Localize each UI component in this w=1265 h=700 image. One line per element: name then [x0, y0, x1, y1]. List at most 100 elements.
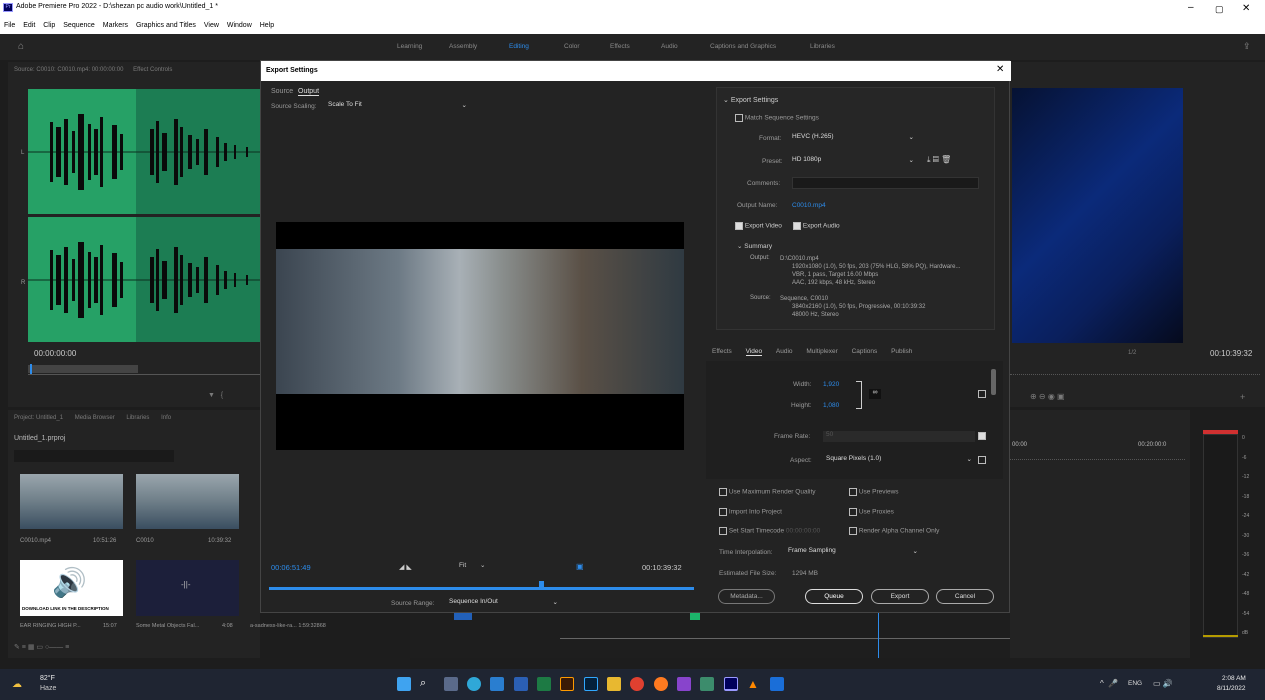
- illustrator-icon[interactable]: [560, 677, 574, 691]
- thumb-c0010mp4[interactable]: [20, 474, 123, 529]
- clock-time[interactable]: 2:08 AM: [1222, 675, 1246, 682]
- use-max-render-checkbox[interactable]: Use Maximum Render Quality: [719, 488, 816, 496]
- source-transport-icons[interactable]: ▼ {: [208, 392, 223, 399]
- settings-scrollbar[interactable]: [991, 369, 996, 395]
- program-timecode[interactable]: 00:10:39:32: [1210, 349, 1252, 358]
- tab-media-browser[interactable]: Media Browser: [75, 415, 115, 421]
- tab-info[interactable]: Info: [161, 415, 171, 421]
- summary-header[interactable]: ⌄ Summary: [737, 242, 772, 250]
- export-range-slider[interactable]: [269, 581, 694, 595]
- tab-publish[interactable]: Publish: [891, 348, 912, 355]
- file-explorer-icon[interactable]: [607, 677, 621, 691]
- export-audio-checkbox[interactable]: Export Audio: [793, 222, 840, 230]
- photos-icon[interactable]: [700, 677, 714, 691]
- workspace-libraries[interactable]: Libraries: [810, 43, 835, 50]
- tab-effects[interactable]: Effects: [712, 348, 732, 355]
- project-toolbar-icons[interactable]: ✎ ≡ ▦ ▭ ○—— ≡: [14, 643, 69, 651]
- workspace-editing[interactable]: Editing: [509, 43, 529, 50]
- task-view-icon[interactable]: [444, 677, 458, 691]
- render-alpha-checkbox[interactable]: Render Alpha Channel Only: [849, 527, 939, 535]
- workspace-effects[interactable]: Effects: [610, 43, 630, 50]
- edge-icon[interactable]: [467, 677, 481, 691]
- aspect-checkbox[interactable]: [978, 456, 986, 464]
- workspace-color[interactable]: Color: [564, 43, 580, 50]
- weather-temp[interactable]: 82°F: [40, 675, 55, 682]
- width-value[interactable]: 1,920: [823, 381, 839, 388]
- menu-clip[interactable]: Clip: [43, 22, 55, 29]
- clock-date[interactable]: 8/11/2022: [1217, 685, 1245, 692]
- source-scaling-select[interactable]: Scale To Fit ⌄: [325, 101, 470, 112]
- queue-button[interactable]: Queue: [805, 589, 863, 604]
- dialog-close-icon[interactable]: ✕: [996, 64, 1004, 75]
- export-settings-header[interactable]: ⌄ Export Settings: [723, 96, 778, 104]
- tab-libraries[interactable]: Libraries: [126, 415, 149, 421]
- format-select[interactable]: HEVC (H.265) ⌄: [792, 133, 917, 144]
- width-override-checkbox[interactable]: [978, 390, 986, 398]
- weather-icon[interactable]: ☁: [12, 679, 22, 690]
- time-interpolation-select[interactable]: Frame Sampling ⌄: [788, 547, 921, 558]
- menu-sequence[interactable]: Sequence: [63, 22, 95, 29]
- thumb-c0010[interactable]: [136, 474, 239, 529]
- chrome-icon[interactable]: [630, 677, 644, 691]
- thumb-ear-ringing[interactable]: 🔊 DOWNLOAD LINK IN THE DESCRIPTION: [20, 560, 123, 616]
- source-tab[interactable]: Source: C0010: C0010.mp4: 00:00:00:00: [14, 67, 123, 73]
- export-button[interactable]: Export: [871, 589, 929, 604]
- close-window-button[interactable]: ✕: [1242, 3, 1250, 14]
- aspect-select[interactable]: Square Pixels (1.0) ⌄: [823, 455, 975, 466]
- premiere-taskbar-icon[interactable]: [724, 677, 738, 691]
- tab-project[interactable]: Project: Untitled_1: [14, 415, 63, 421]
- app-icon[interactable]: [770, 677, 784, 691]
- link-icon[interactable]: ∞: [869, 389, 881, 399]
- set-start-timecode-checkbox[interactable]: Set Start Timecode 00:00:00:00: [719, 527, 820, 535]
- program-fit[interactable]: 1/2: [1128, 350, 1136, 356]
- source-range-select[interactable]: Sequence In/Out ⌄: [449, 598, 561, 609]
- program-time-ruler[interactable]: [1010, 365, 1260, 375]
- word-icon[interactable]: [514, 677, 528, 691]
- tab-captions[interactable]: Captions: [852, 348, 878, 355]
- dialog-tab-source[interactable]: Source: [271, 88, 293, 95]
- preview-fit-select[interactable]: Fit ⌄: [459, 561, 499, 572]
- thumb-metal-objects[interactable]: -||-: [136, 560, 239, 616]
- aspect-correction-icon[interactable]: ▣: [576, 562, 584, 571]
- workspace-assembly[interactable]: Assembly: [449, 43, 477, 50]
- menu-graphics[interactable]: Graphics and Titles: [136, 22, 196, 29]
- language-indicator[interactable]: ENG: [1128, 680, 1142, 687]
- use-proxies-checkbox[interactable]: Use Proxies: [849, 508, 894, 516]
- tray-icons[interactable]: ^ 🎤: [1100, 679, 1118, 688]
- davinci-icon[interactable]: [677, 677, 691, 691]
- tab-audio[interactable]: Audio: [776, 348, 793, 355]
- tc-in[interactable]: 00:06:51:49: [271, 563, 311, 572]
- program-transport-icons[interactable]: ⊕ ⊖ ◉ ▣: [1030, 392, 1065, 401]
- source-time-ruler[interactable]: [28, 363, 260, 375]
- start-icon[interactable]: [397, 677, 411, 691]
- photoshop-icon[interactable]: [584, 677, 598, 691]
- firefox-icon[interactable]: [654, 677, 668, 691]
- store-icon[interactable]: [490, 677, 504, 691]
- workspace-captions[interactable]: Captions and Graphics: [710, 43, 776, 50]
- menu-markers[interactable]: Markers: [103, 22, 128, 29]
- share-icon[interactable]: ⇪: [1243, 41, 1251, 52]
- menu-edit[interactable]: Edit: [23, 22, 35, 29]
- preset-action-icons[interactable]: ⤓ ▤ 🗑: [927, 155, 951, 165]
- frame-rate-checkbox[interactable]: [978, 432, 986, 440]
- cancel-button[interactable]: Cancel: [936, 589, 994, 604]
- source-timecode[interactable]: 00:00:00:00: [34, 349, 76, 358]
- match-sequence-checkbox[interactable]: Match Sequence Settings: [735, 114, 819, 122]
- project-search-input[interactable]: [14, 450, 174, 462]
- vlc-icon[interactable]: ▲: [747, 677, 761, 691]
- use-previews-checkbox[interactable]: Use Previews: [849, 488, 899, 496]
- network-volume-icons[interactable]: ▭ 🔊: [1153, 679, 1173, 688]
- add-button-icon[interactable]: +: [1240, 392, 1245, 402]
- menu-view[interactable]: View: [204, 22, 219, 29]
- frame-rate-select[interactable]: 50: [823, 431, 975, 442]
- search-icon[interactable]: ⌕: [420, 677, 434, 691]
- workspace-audio[interactable]: Audio: [661, 43, 678, 50]
- comments-field[interactable]: [792, 177, 979, 189]
- effect-controls-tab[interactable]: Effect Controls: [133, 67, 172, 73]
- menu-file[interactable]: File: [4, 22, 15, 29]
- tab-video[interactable]: Video: [745, 348, 763, 356]
- timeline-ruler[interactable]: [1010, 452, 1185, 460]
- tab-multiplexer[interactable]: Multiplexer: [806, 348, 837, 355]
- output-name-link[interactable]: C0010.mp4: [792, 202, 826, 209]
- export-video-checkbox[interactable]: Export Video: [735, 222, 782, 230]
